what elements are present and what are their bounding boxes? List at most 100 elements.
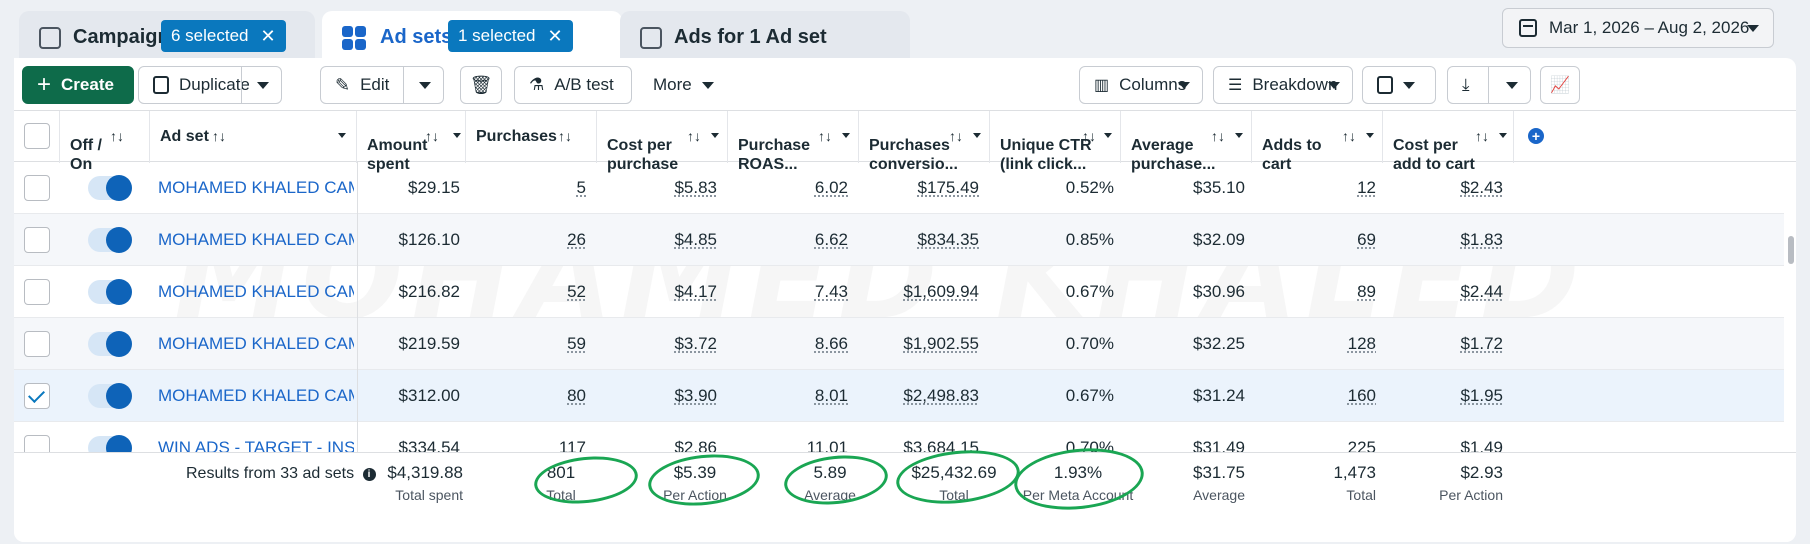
cost-per-add-to-cart-cell[interactable]: $1.72 [1383,318,1503,370]
header-cost-per-purchase[interactable]: Cost per purchase ↑↓ [597,111,728,173]
ad-set-name-link[interactable]: MOHAMED KHALED CAMP... [158,266,354,318]
row-checkbox[interactable] [24,435,50,452]
sort-icon[interactable]: ↑↓ [818,127,832,146]
create-button[interactable]: + Create [22,66,134,104]
row-checkbox[interactable] [24,383,50,409]
purchase-roas-cell[interactable]: 6.62 [728,214,848,266]
ad-set-name-link[interactable]: MOHAMED KHALED CAMP... [158,318,354,370]
cost-per-purchase-cell[interactable]: $4.85 [597,214,717,266]
row-checkbox[interactable] [24,175,50,201]
chart-toggle-button[interactable]: 📈 [1540,66,1580,104]
cost-per-purchase-cell[interactable]: $4.17 [597,266,717,318]
reports-button[interactable] [1362,66,1436,104]
tab-campaigns[interactable]: Campaigns 6 selected ✕ [19,11,315,64]
header-cost-per-add-to-cart[interactable]: Cost per add to cart ↑↓ [1383,111,1514,173]
adds-to-cart-cell[interactable]: 160 [1252,370,1376,422]
header-purchase-roas[interactable]: Purchase ROAS... ↑↓ [728,111,859,173]
vertical-scrollbar[interactable] [1788,236,1794,264]
export-button[interactable]: ⤓ [1447,66,1531,104]
header-amount-spent[interactable]: Amount spent ↑↓ [357,111,466,173]
cost-per-purchase-cell[interactable]: $3.72 [597,318,717,370]
adds-to-cart-cell[interactable]: 225 [1252,422,1376,452]
ad-set-toggle[interactable] [88,279,132,305]
purchases-cell[interactable]: 80 [466,370,586,422]
column-menu-icon[interactable] [1366,133,1374,138]
table-row[interactable]: MOHAMED KHALED CAMP... $29.15 5 $5.83 6.… [14,162,1784,214]
purchase-roas-cell[interactable]: 8.01 [728,370,848,422]
duplicate-button[interactable]: Duplicate [138,66,282,104]
date-range-picker[interactable]: Mar 1, 2026 – Aug 2, 2026 [1502,8,1774,48]
cost-per-purchase-cell[interactable]: $3.90 [597,370,717,422]
purchase-roas-cell[interactable]: 8.66 [728,318,848,370]
ad-set-toggle[interactable] [88,331,132,357]
table-row[interactable]: MOHAMED KHALED CAMP... $219.59 59 $3.72 … [14,318,1784,370]
cost-per-add-to-cart-cell[interactable]: $1.49 [1383,422,1503,452]
campaigns-selected-badge[interactable]: 6 selected ✕ [161,20,286,52]
purchases-cell[interactable]: 52 [466,266,586,318]
header-purchases[interactable]: Purchases ↑↓ [466,111,597,163]
select-all-checkbox[interactable] [24,123,50,149]
sort-icon[interactable]: ↑↓ [1211,127,1225,146]
ad-set-name-link[interactable]: MOHAMED KHALED CAMP... [158,162,354,214]
sort-icon[interactable]: ↑↓ [558,127,572,146]
purchases-cell[interactable]: 26 [466,214,586,266]
row-checkbox[interactable] [24,279,50,305]
adds-to-cart-cell[interactable]: 69 [1252,214,1376,266]
cost-per-add-to-cart-cell[interactable]: $2.44 [1383,266,1503,318]
header-unique-ctr[interactable]: Unique CTR (link click... ↑↓ [990,111,1121,173]
clear-ad-sets-icon[interactable]: ✕ [548,26,563,47]
header-ad-set[interactable]: Ad set ↑↓ [150,111,357,163]
purchases-conversion-cell[interactable]: $175.49 [859,162,979,214]
purchase-roas-cell[interactable]: 11.01 [728,422,848,452]
column-menu-icon[interactable] [1104,133,1112,138]
cost-per-purchase-cell[interactable]: $5.83 [597,162,717,214]
purchases-conversion-cell[interactable]: $1,902.55 [859,318,979,370]
row-checkbox[interactable] [24,227,50,253]
sort-icon[interactable]: ↑↓ [1475,127,1489,146]
column-menu-icon[interactable] [1499,133,1507,138]
purchases-cell[interactable]: 59 [466,318,586,370]
column-menu-icon[interactable] [1235,133,1243,138]
sort-icon[interactable]: ↑↓ [1342,127,1356,146]
table-row[interactable]: MOHAMED KHALED CAMP... $126.10 26 $4.85 … [14,214,1784,266]
adds-to-cart-cell[interactable]: 12 [1252,162,1376,214]
delete-button[interactable]: 🗑 [460,66,502,104]
ad-set-name-link[interactable]: MOHAMED KHALED CAMP... [158,370,354,422]
edit-chevron-icon[interactable] [419,82,431,89]
ad-set-name-link[interactable]: WIN ADS - TARGET - INSTA [158,422,354,452]
purchase-roas-cell[interactable]: 7.43 [728,266,848,318]
columns-button[interactable]: ▥ Columns [1079,66,1203,104]
header-average-purchase[interactable]: Average purchase... ↑↓ [1121,111,1252,173]
purchases-conversion-cell[interactable]: $1,609.94 [859,266,979,318]
adds-to-cart-cell[interactable]: 89 [1252,266,1376,318]
clear-campaigns-icon[interactable]: ✕ [261,26,276,47]
row-checkbox[interactable] [24,331,50,357]
header-purchases-conversion[interactable]: Purchases conversio... ↑↓ [859,111,990,173]
table-row[interactable]: WIN ADS - TARGET - INSTA $334.54 117 $2.… [14,422,1784,452]
cost-per-purchase-cell[interactable]: $2.86 [597,422,717,452]
purchases-conversion-cell[interactable]: $3,684.15 [859,422,979,452]
sort-icon[interactable]: ↑↓ [212,127,226,146]
purchases-conversion-cell[interactable]: $2,498.83 [859,370,979,422]
ad-set-toggle[interactable] [88,227,132,253]
column-menu-icon[interactable] [973,133,981,138]
ad-set-name-link[interactable]: MOHAMED KHALED CAMP... [158,214,354,266]
ab-test-button[interactable]: ⚗ A/B test [514,66,632,104]
purchases-cell[interactable]: 117 [466,422,586,452]
cost-per-add-to-cart-cell[interactable]: $1.83 [1383,214,1503,266]
purchases-cell[interactable]: 5 [466,162,586,214]
table-row[interactable]: MOHAMED KHALED CAMP... $216.82 52 $4.17 … [14,266,1784,318]
header-off-on[interactable]: Off / On ↑↓ [60,111,150,173]
ad-set-toggle[interactable] [88,383,132,409]
sort-icon[interactable]: ↑↓ [949,127,963,146]
sort-icon[interactable]: ↑↓ [1082,127,1096,146]
column-menu-icon[interactable] [711,133,719,138]
purchase-roas-cell[interactable]: 6.02 [728,162,848,214]
tab-ad-sets[interactable]: Ad sets 1 selected ✕ [322,11,622,64]
cost-per-add-to-cart-cell[interactable]: $2.43 [1383,162,1503,214]
tab-ads[interactable]: Ads for 1 Ad set [620,11,910,64]
sort-icon[interactable]: ↑↓ [110,127,124,146]
header-adds-to-cart[interactable]: Adds to cart ↑↓ [1252,111,1383,173]
purchases-conversion-cell[interactable]: $834.35 [859,214,979,266]
export-chevron-icon[interactable] [1506,82,1518,89]
